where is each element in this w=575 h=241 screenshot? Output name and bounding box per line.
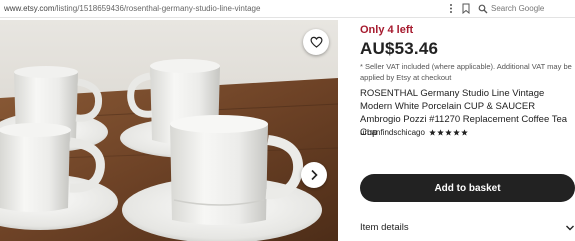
favorite-button[interactable] (303, 29, 329, 55)
google-search-field[interactable]: Search Google (478, 2, 544, 15)
star-icon (429, 129, 436, 136)
star-icon (461, 129, 468, 136)
browser-address-bar[interactable]: www.etsy.com/listing/1518659436/rosentha… (0, 0, 575, 18)
search-icon (478, 4, 488, 13)
stock-notice: Only 4 left (360, 24, 414, 36)
shop-name-link[interactable]: urbanfindschicago (360, 128, 425, 137)
chevron-right-icon (311, 169, 318, 181)
add-to-basket-button[interactable]: Add to basket (360, 174, 575, 202)
bookmark-icon[interactable] (461, 3, 471, 14)
rating-stars[interactable] (429, 129, 468, 136)
heart-icon (309, 36, 323, 48)
url-path: /listing/1518659436/rosenthal-germany-st… (54, 4, 261, 13)
vat-note: * Seller VAT included (where applicable)… (360, 62, 572, 82)
item-details-label: Item details (360, 222, 409, 233)
address-url[interactable]: www.etsy.com/listing/1518659436/rosentha… (4, 4, 260, 13)
more-icon[interactable] (446, 3, 456, 14)
product-image[interactable] (0, 20, 338, 241)
chevron-down-icon (566, 225, 574, 230)
item-details-toggle[interactable]: Item details (360, 222, 575, 233)
price: AU$53.46 (360, 39, 439, 58)
star-icon (437, 129, 444, 136)
shop-info: urbanfindschicago (360, 128, 468, 137)
url-domain: www.etsy.com (4, 4, 55, 13)
star-icon (453, 129, 460, 136)
next-image-button[interactable] (301, 162, 327, 188)
star-icon (445, 129, 452, 136)
search-placeholder: Search Google (491, 4, 545, 13)
